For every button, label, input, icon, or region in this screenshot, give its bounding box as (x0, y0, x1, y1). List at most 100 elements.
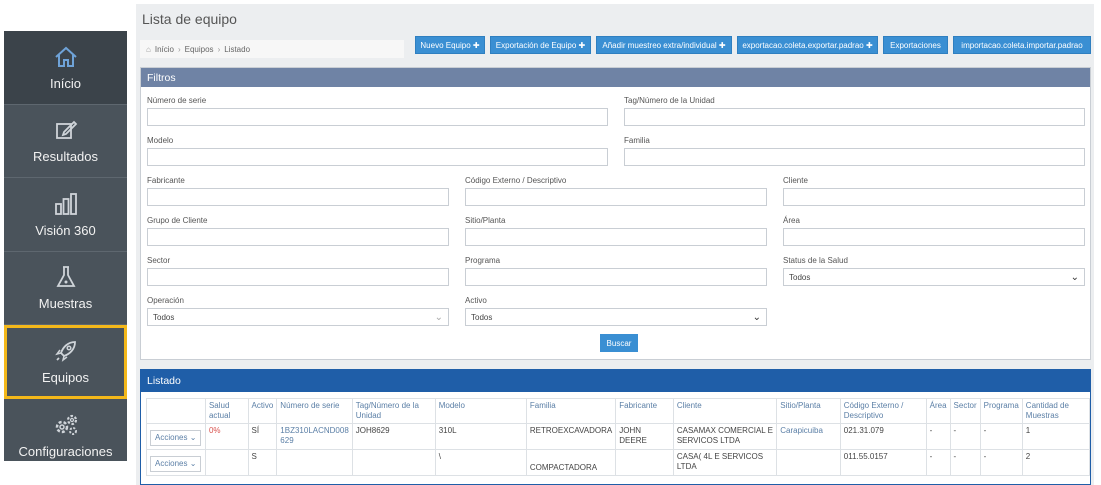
sidebar-item-vision-360[interactable]: Visión 360 (4, 178, 127, 252)
modelo-input[interactable] (147, 148, 608, 166)
main-content: Lista de equipo ⌂ Início › Equipos › Lis… (136, 4, 1094, 485)
home-icon (53, 44, 79, 70)
familia-input[interactable] (624, 148, 1085, 166)
actions-cell: Acciones ⌄ (146, 423, 206, 450)
codigo-input[interactable] (465, 188, 767, 206)
button-label: Añadir muestreo extra/individual (602, 40, 717, 50)
column-header-cantidad[interactable]: Cantidad de Muestras (1021, 398, 1091, 424)
breadcrumb-separator: › (217, 44, 221, 54)
buscar-button[interactable]: Buscar (600, 334, 638, 352)
operacion-label: Operación (147, 296, 184, 305)
table-row: Acciones ⌄ S \ COMPACTADORA CASA( 4L E S… (146, 449, 1091, 476)
codigo-cell: 021.31.079 (839, 423, 927, 450)
sidebar-item-configuraciones[interactable]: Configuraciones (4, 399, 127, 473)
column-header-programa[interactable]: Programa (979, 398, 1023, 424)
familia-cell: COMPACTADORA (525, 449, 617, 476)
programa-cell: - (979, 449, 1023, 476)
familia-cell: RETROEXCAVADORA (525, 423, 617, 450)
select-value: Todos (153, 312, 175, 322)
cantidad-cell: 2 (1021, 449, 1091, 476)
button-label: importacao.coleta.importar.padrao (961, 40, 1083, 50)
plus-icon: ✚ (578, 40, 586, 50)
chevron-down-icon: ⌄ (1070, 272, 1079, 283)
column-header-area[interactable]: Área (925, 398, 951, 424)
column-header-codigo[interactable]: Código Externo / Descriptivo (839, 398, 927, 424)
flask-icon (53, 264, 79, 290)
sidebar: Início Resultados Visión 360 Muestras Eq… (4, 31, 127, 461)
numero-serie-input[interactable] (147, 108, 608, 126)
serie-link[interactable] (276, 449, 353, 476)
sidebar-item-equipos[interactable]: Equipos (4, 325, 127, 399)
codigo-label: Código Externo / Descriptivo (465, 176, 567, 185)
breadcrumb: ⌂ Início › Equipos › Listado (140, 40, 404, 58)
cantidad-cell: 1 (1021, 423, 1091, 450)
sitio-input[interactable] (465, 228, 767, 246)
tag-input[interactable] (624, 108, 1085, 126)
nuevo-equipo-button[interactable]: Nuevo Equipo ✚ (415, 36, 485, 54)
activo-label: Activo (465, 296, 487, 305)
button-label: Nuevo Equipo (420, 40, 471, 50)
activo-select[interactable]: Todos ⌄ (465, 308, 767, 326)
familia-label: Familia (624, 136, 650, 145)
select-value: Todos (789, 272, 811, 282)
sidebar-item-inicio[interactable]: Início (4, 31, 127, 105)
breadcrumb-item-inicio[interactable]: Início (155, 45, 174, 54)
column-header-cliente[interactable]: Cliente (672, 398, 778, 424)
exportaciones-button[interactable]: Exportaciones (883, 36, 948, 54)
salud-cell: 0% (204, 423, 249, 450)
filters-title: Filtros (141, 68, 1090, 87)
grupo-label: Grupo de Cliente (147, 216, 208, 225)
sector-input[interactable] (147, 268, 449, 286)
chevron-down-icon: ⌄ (752, 312, 761, 323)
sidebar-item-resultados[interactable]: Resultados (4, 105, 127, 178)
serie-link[interactable]: 1BZ310LACND008 629 (276, 423, 353, 450)
importacao-coleta-button[interactable]: importacao.coleta.importar.padrao (953, 36, 1091, 54)
column-header-serie[interactable]: Número de serie (276, 398, 353, 424)
column-header-sitio[interactable]: Sitio/Planta (776, 398, 841, 424)
numero-serie-label: Número de serie (147, 96, 207, 105)
column-header-tag[interactable]: Tag/Número de la Unidad (351, 398, 436, 424)
status-label: Status de la Salud (783, 256, 848, 265)
listing-panel: Listado Salud actual Activo Número de se… (140, 369, 1091, 485)
operacion-select[interactable]: Todos ⌄ (147, 308, 449, 326)
bar-chart-icon (53, 191, 79, 217)
button-label: exportacao.coleta.exportar.padrao (742, 40, 864, 50)
sitio-link[interactable] (776, 449, 841, 476)
tag-label: Tag/Número de la Unidad (624, 96, 715, 105)
sidebar-item-muestras[interactable]: Muestras (4, 252, 127, 325)
exportacao-coleta-button[interactable]: exportacao.coleta.exportar.padrao ✚ (737, 36, 878, 54)
column-header-activo[interactable]: Activo (247, 398, 278, 424)
table-header-row: Salud actual Activo Número de serie Tag/… (146, 398, 1091, 424)
fabricante-label: Fabricante (147, 176, 185, 185)
exportacion-equipo-button[interactable]: Exportación de Equipo ✚ (490, 36, 591, 54)
plus-icon: ✚ (472, 40, 480, 50)
sidebar-item-label: Equipos (42, 369, 89, 385)
button-label: Exportación de Equipo (495, 40, 577, 50)
column-header-modelo[interactable]: Modelo (434, 398, 527, 424)
fabricante-input[interactable] (147, 188, 449, 206)
area-cell: - (925, 449, 951, 476)
programa-cell: - (979, 423, 1023, 450)
actions-cell: Acciones ⌄ (146, 449, 206, 476)
status-select[interactable]: Todos ⌄ (783, 268, 1085, 286)
acciones-dropdown[interactable]: Acciones ⌄ (150, 430, 202, 446)
breadcrumb-item-equipos[interactable]: Equipos (185, 45, 214, 54)
listing-title: Listado (141, 370, 1090, 392)
programa-input[interactable] (465, 268, 767, 286)
column-header-salud[interactable]: Salud actual (204, 398, 249, 424)
home-small-icon: ⌂ (146, 44, 151, 54)
cliente-label: Cliente (783, 176, 808, 185)
activo-cell: S (247, 449, 278, 476)
sitio-link[interactable]: Carapicuiba (776, 423, 841, 450)
anadir-muestreo-button[interactable]: Añadir muestreo extra/individual ✚ (596, 36, 732, 54)
grupo-input[interactable] (147, 228, 449, 246)
column-header-familia[interactable]: Familia (525, 398, 617, 424)
cliente-input[interactable] (783, 188, 1085, 206)
gears-icon (53, 412, 79, 438)
column-header-sector[interactable]: Sector (949, 398, 981, 424)
area-input[interactable] (783, 228, 1085, 246)
acciones-dropdown[interactable]: Acciones ⌄ (150, 456, 202, 472)
activo-cell: SÍ (247, 423, 278, 450)
filters-panel: Filtros Número de serie Tag/Número de la… (140, 67, 1091, 360)
column-header-fabricante[interactable]: Fabricante (615, 398, 674, 424)
